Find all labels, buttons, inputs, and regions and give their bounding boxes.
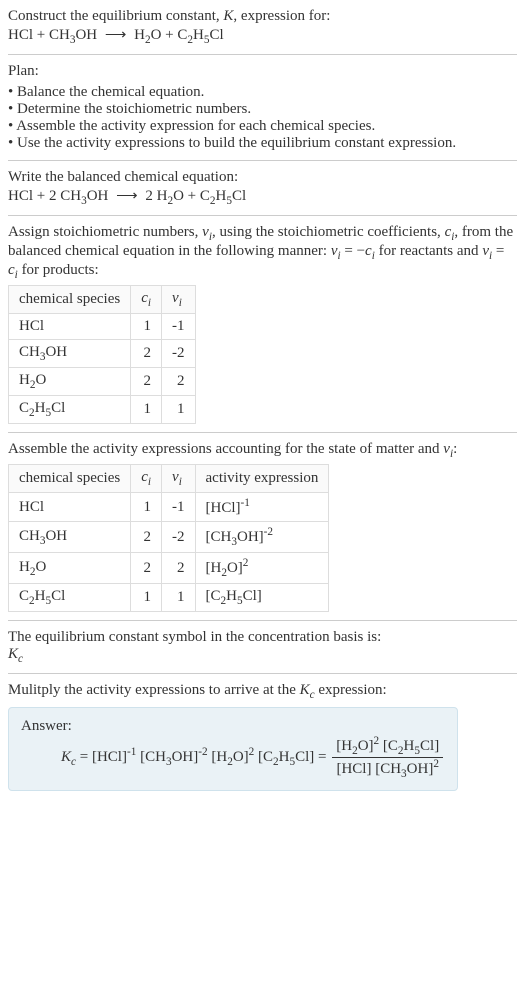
plan-block: Plan: Balance the chemical equation. Det… [8,63,517,152]
final-block: Mulitply the activity expressions to arr… [8,682,517,791]
table-row: HCl 1 -1 [9,314,196,340]
divider [8,215,517,216]
cell-vi: -2 [162,522,196,553]
table-row: CH3OH 2 -2 [9,340,196,368]
plan-item: Determine the stoichiometric numbers. [8,101,517,118]
cell-ci: 2 [131,340,162,368]
cell-vi: 2 [162,368,196,396]
cell-species: H2O [9,553,131,584]
cell-expr: [CH3OH]-2 [195,522,329,553]
cell-vi: -2 [162,340,196,368]
cell-ci: 1 [131,396,162,424]
fraction-numerator: [H2O]2 [C2H5Cl] [332,735,443,758]
balanced-block: Write the balanced chemical equation: HC… [8,169,517,207]
col-ci: ci [131,465,162,493]
cell-expr: [C2H5Cl] [195,584,329,612]
cell-expr: [H2O]2 [195,553,329,584]
plan-item: Use the activity expressions to build th… [8,135,517,152]
final-intro: Mulitply the activity expressions to arr… [8,682,517,701]
cell-species: CH3OH [9,522,131,553]
col-species: chemical species [9,465,131,493]
divider [8,620,517,621]
activity-table: chemical species ci νi activity expressi… [8,464,329,612]
divider [8,54,517,55]
table-row: H2O 2 2 [H2O]2 [9,553,329,584]
symbol-kc: Kc [8,646,517,665]
stoich-table: chemical species ci νi HCl 1 -1 CH3OH 2 … [8,285,196,424]
balanced-equation: HCl + 2 CH3OH ⟶ 2 H2O + C2H5Cl [8,186,517,207]
col-expr: activity expression [195,465,329,493]
question-block: Construct the equilibrium constant, K, e… [8,8,517,46]
divider [8,160,517,161]
balanced-header: Write the balanced chemical equation: [8,169,517,186]
divider [8,673,517,674]
cell-ci: 1 [131,314,162,340]
stoich-intro: Assign stoichiometric numbers, νi, using… [8,224,517,281]
question-text: Construct the equilibrium constant, K, e… [8,8,330,24]
col-vi: νi [162,465,196,493]
table-header-row: chemical species ci νi activity expressi… [9,465,329,493]
symbol-block: The equilibrium constant symbol in the c… [8,629,517,665]
table-header-row: chemical species ci νi [9,286,196,314]
answer-label: Answer: [21,718,445,735]
cell-species: H2O [9,368,131,396]
plan-item: Balance the chemical equation. [8,84,517,101]
cell-vi: 2 [162,553,196,584]
cell-vi: 1 [162,396,196,424]
col-vi: νi [162,286,196,314]
question-prompt: Construct the equilibrium constant, K, e… [8,8,517,25]
plan-item: Assemble the activity expression for eac… [8,118,517,135]
divider [8,432,517,433]
activity-block: Assemble the activity expressions accoun… [8,441,517,612]
cell-ci: 2 [131,522,162,553]
cell-vi: -1 [162,314,196,340]
cell-species: CH3OH [9,340,131,368]
cell-species: HCl [9,314,131,340]
table-row: H2O 2 2 [9,368,196,396]
fraction: [H2O]2 [C2H5Cl] [HCl] [CH3OH]2 [332,735,443,780]
cell-vi: 1 [162,584,196,612]
activity-intro: Assemble the activity expressions accoun… [8,441,517,460]
table-row: C2H5Cl 1 1 [9,396,196,424]
answer-box: Answer: Kc = [HCl]-1 [CH3OH]-2 [H2O]2 [C… [8,707,458,791]
col-ci: ci [131,286,162,314]
col-species: chemical species [9,286,131,314]
cell-ci: 1 [131,584,162,612]
cell-ci: 2 [131,553,162,584]
cell-vi: -1 [162,493,196,522]
table-row: CH3OH 2 -2 [CH3OH]-2 [9,522,329,553]
symbol-intro: The equilibrium constant symbol in the c… [8,629,517,646]
plan-list: Balance the chemical equation. Determine… [8,84,517,152]
cell-ci: 1 [131,493,162,522]
cell-expr: [HCl]-1 [195,493,329,522]
stoich-block: Assign stoichiometric numbers, νi, using… [8,224,517,424]
cell-species: C2H5Cl [9,584,131,612]
table-row: C2H5Cl 1 1 [C2H5Cl] [9,584,329,612]
cell-species: HCl [9,493,131,522]
answer-expression: Kc = [HCl]-1 [CH3OH]-2 [H2O]2 [C2H5Cl] =… [61,735,445,780]
cell-species: C2H5Cl [9,396,131,424]
plan-header: Plan: [8,63,517,80]
cell-ci: 2 [131,368,162,396]
table-row: HCl 1 -1 [HCl]-1 [9,493,329,522]
fraction-denominator: [HCl] [CH3OH]2 [332,758,443,780]
unbalanced-equation: HCl + CH3OH ⟶ H2O + C2H5Cl [8,25,517,46]
